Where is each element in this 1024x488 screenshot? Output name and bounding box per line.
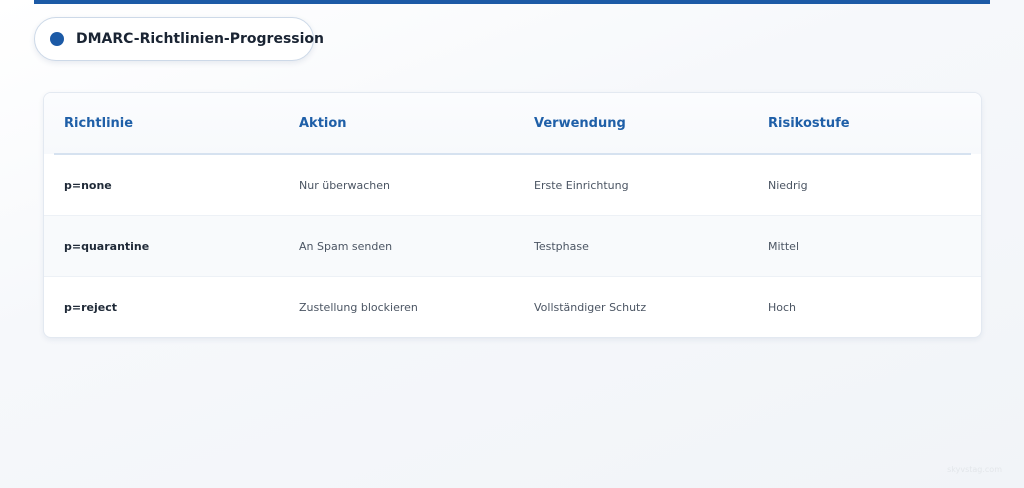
column-header-policy: Richtlinie: [64, 116, 134, 131]
bullet-dot-icon: [50, 32, 64, 46]
page-title-badge: DMARC-Richtlinien-Progression: [34, 17, 324, 61]
page-title: DMARC-Richtlinien-Progression: [76, 31, 325, 47]
top-accent-bar: [34, 0, 990, 4]
table-row: p=reject Zustellung blockieren Vollständ…: [44, 277, 981, 337]
cell-action: Zustellung blockieren: [299, 301, 418, 314]
column-header-action: Aktion: [299, 116, 347, 131]
table-row: p=quarantine An Spam senden Testphase Mi…: [44, 216, 981, 277]
column-header-risk: Risikostufe: [768, 116, 850, 131]
policy-table: Richtlinie Aktion Verwendung Risikostufe…: [43, 92, 982, 338]
table-row: p=none Nur überwachen Erste Einrichtung …: [44, 155, 981, 216]
cell-risk: Niedrig: [768, 179, 808, 192]
cell-usage: Erste Einrichtung: [534, 179, 629, 192]
table-header: Richtlinie Aktion Verwendung Risikostufe: [44, 93, 981, 155]
watermark: skyvstag.com: [947, 465, 1002, 474]
cell-action: An Spam senden: [299, 240, 393, 253]
cell-policy: p=reject: [64, 301, 117, 314]
cell-policy: p=none: [64, 179, 112, 192]
column-header-usage: Verwendung: [534, 116, 626, 131]
cell-usage: Vollständiger Schutz: [534, 301, 647, 314]
cell-risk: Hoch: [768, 301, 797, 314]
cell-usage: Testphase: [534, 240, 589, 253]
cell-policy: p=quarantine: [64, 240, 150, 253]
cell-risk: Mittel: [768, 240, 799, 253]
cell-action: Nur überwachen: [299, 179, 390, 192]
